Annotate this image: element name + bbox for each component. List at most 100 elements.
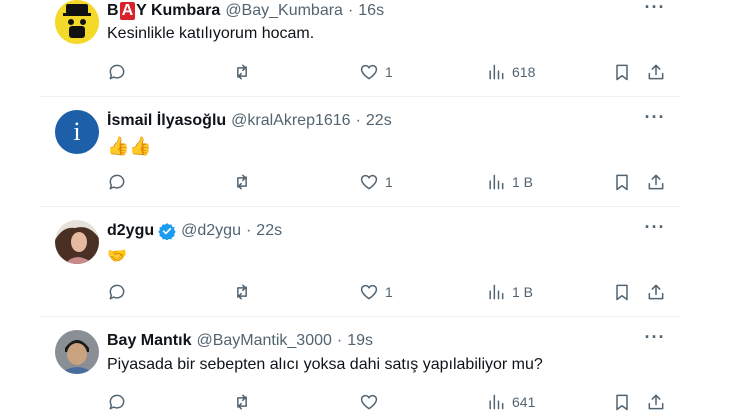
like-count: 1 <box>385 284 393 300</box>
reply-button[interactable] <box>107 170 127 194</box>
divider <box>40 206 680 207</box>
share-button[interactable] <box>646 390 666 414</box>
verified-icon[interactable] <box>158 222 176 240</box>
like-button[interactable] <box>359 390 385 414</box>
reply-icon <box>109 284 125 300</box>
bookmark-icon <box>616 284 628 301</box>
photo-avatar-icon <box>55 220 99 264</box>
tweet-header: BAY Kumbara @Bay_Kumbara · 16s <box>107 0 384 22</box>
more-icon[interactable]: ··· <box>643 0 667 22</box>
views-count: 618 <box>512 64 536 80</box>
separator: · <box>245 222 252 239</box>
reply-feed: BAY Kumbara @Bay_Kumbara · 16s ··· Kesin… <box>0 0 730 420</box>
handle[interactable]: @Bay_Kumbara <box>225 2 343 20</box>
share-icon <box>648 394 664 410</box>
avatar-letter: i <box>73 117 81 146</box>
reply-button[interactable] <box>107 60 127 84</box>
views-icon <box>489 64 504 80</box>
share-icon <box>648 174 664 190</box>
like-icon <box>360 284 378 300</box>
retweet-icon <box>237 284 247 300</box>
tweet[interactable]: BAY Kumbara @Bay_Kumbara · 16s ··· Kesin… <box>0 0 680 96</box>
views-button[interactable]: 641 <box>486 390 535 414</box>
avatar[interactable] <box>55 330 99 374</box>
share-button[interactable] <box>646 280 666 304</box>
bookmark-button[interactable] <box>612 170 632 194</box>
retweet-icon <box>237 394 247 410</box>
name-part: Y Kumbara <box>136 2 221 19</box>
share-button[interactable] <box>646 170 666 194</box>
like-icon <box>360 174 378 190</box>
display-name[interactable]: BAY Kumbara <box>107 2 220 20</box>
smiley-avatar-icon <box>55 0 99 44</box>
views-count: 1 B <box>512 174 534 190</box>
retweet-button[interactable] <box>232 280 252 304</box>
display-name[interactable]: d2ygu <box>107 222 154 240</box>
avatar[interactable] <box>55 220 99 264</box>
avatar[interactable] <box>55 0 99 44</box>
avatar[interactable]: i <box>55 110 99 154</box>
tweet-header: d2ygu @d2ygu · 22s <box>107 220 282 242</box>
views-button[interactable]: 1 B <box>486 170 533 194</box>
views-button[interactable]: 1 B <box>486 280 533 304</box>
bookmark-button[interactable] <box>612 390 632 414</box>
divider <box>40 96 680 97</box>
more-icon[interactable]: ··· <box>643 218 667 242</box>
reply-button[interactable] <box>107 280 127 304</box>
bookmark-icon <box>616 174 628 191</box>
name-badge: A <box>119 2 136 20</box>
tweet-header: Bay Mantık @BayMantik_3000 · 19s <box>107 330 373 352</box>
divider <box>40 316 680 317</box>
display-name[interactable]: İsmail İlyasoğlu <box>107 112 226 130</box>
retweet-button[interactable] <box>232 60 252 84</box>
timestamp[interactable]: 16s <box>358 2 384 20</box>
like-button[interactable]: 1 <box>359 170 393 194</box>
reply-button[interactable] <box>107 390 127 414</box>
timestamp[interactable]: 22s <box>366 112 392 130</box>
share-icon <box>648 284 664 300</box>
separator: · <box>336 332 343 349</box>
display-name[interactable]: Bay Mantık <box>107 332 191 350</box>
share-icon <box>648 64 664 80</box>
like-icon <box>360 64 378 80</box>
photo-avatar-icon <box>55 330 99 374</box>
share-button[interactable] <box>646 60 666 84</box>
handle[interactable]: @kralAkrep1616 <box>231 112 350 130</box>
bookmark-button[interactable] <box>612 280 632 304</box>
handle[interactable]: @d2ygu <box>181 222 241 240</box>
timestamp[interactable]: 19s <box>347 332 373 350</box>
tweet-text: 👍👍 <box>107 136 152 156</box>
views-count: 641 <box>512 394 536 410</box>
tweet[interactable]: i İsmail İlyasoğlu @kralAkrep1616 · 22s … <box>0 106 680 206</box>
views-count: 1 B <box>512 284 534 300</box>
tweet-header: İsmail İlyasoğlu @kralAkrep1616 · 22s <box>107 110 392 132</box>
views-icon <box>489 394 504 410</box>
bookmark-icon <box>616 64 628 81</box>
like-icon <box>360 394 378 410</box>
like-button[interactable]: 1 <box>359 60 393 84</box>
reply-icon <box>109 394 125 410</box>
tweet-text: Kesinlikle katılıyorum hocam. <box>107 25 315 42</box>
tweet-text: 🤝 <box>107 248 127 265</box>
bookmark-button[interactable] <box>612 60 632 84</box>
tweet-text: Piyasada bir sebepten alıcı yoksa dahi s… <box>107 356 543 373</box>
views-button[interactable]: 618 <box>486 60 535 84</box>
tweet[interactable]: d2ygu @d2ygu · 22s ··· 🤝 1 1 B <box>0 216 680 316</box>
reply-icon <box>109 174 125 190</box>
name-part: B <box>107 2 119 19</box>
handle[interactable]: @BayMantik_3000 <box>196 332 331 350</box>
like-button[interactable]: 1 <box>359 280 393 304</box>
retweet-icon <box>237 174 247 190</box>
tweet[interactable]: Bay Mantık @BayMantik_3000 · 19s ··· Piy… <box>0 326 680 420</box>
like-count: 1 <box>385 174 393 190</box>
retweet-button[interactable] <box>232 390 252 414</box>
separator: · <box>355 112 361 129</box>
more-icon[interactable]: ··· <box>643 108 667 132</box>
retweet-button[interactable] <box>232 170 252 194</box>
views-icon <box>489 284 504 300</box>
more-icon[interactable]: ··· <box>643 328 667 352</box>
separator: · <box>347 2 354 19</box>
views-icon <box>489 174 504 190</box>
timestamp[interactable]: 22s <box>256 222 282 240</box>
like-count: 1 <box>385 64 393 80</box>
